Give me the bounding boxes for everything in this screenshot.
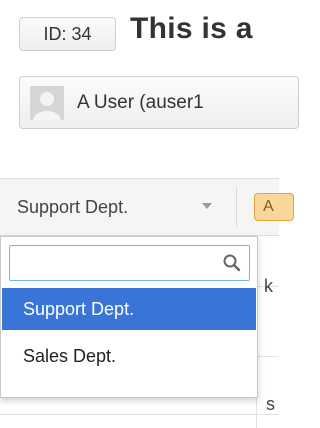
toolbar-divider: [236, 187, 237, 227]
table-row-divider: [0, 414, 279, 415]
table-cell-fragment: k: [264, 276, 273, 296]
ticket-id-badge: ID: 34: [19, 17, 116, 51]
department-dropdown[interactable]: Support Dept.: [0, 179, 236, 235]
search-icon: [223, 254, 241, 272]
table-cell-fragment: s: [266, 394, 275, 414]
page-title: This is a: [130, 12, 253, 45]
avatar: [30, 86, 64, 120]
department-search-input[interactable]: [9, 245, 250, 281]
user-name: A User (auser1: [77, 92, 204, 113]
dropdown-option-support-dept[interactable]: Support Dept.: [2, 288, 256, 330]
dropdown-option-sales-dept[interactable]: Sales Dept.: [2, 335, 256, 377]
user-chip[interactable]: A User (auser1: [19, 76, 299, 129]
chevron-down-icon: [202, 203, 212, 209]
avatar-placeholder-icon: [30, 86, 64, 120]
department-dropdown-panel: Support Dept. Sales Dept.: [0, 236, 258, 398]
toolbar: Support Dept. A: [0, 178, 294, 236]
orange-tag-button[interactable]: A: [254, 193, 294, 221]
